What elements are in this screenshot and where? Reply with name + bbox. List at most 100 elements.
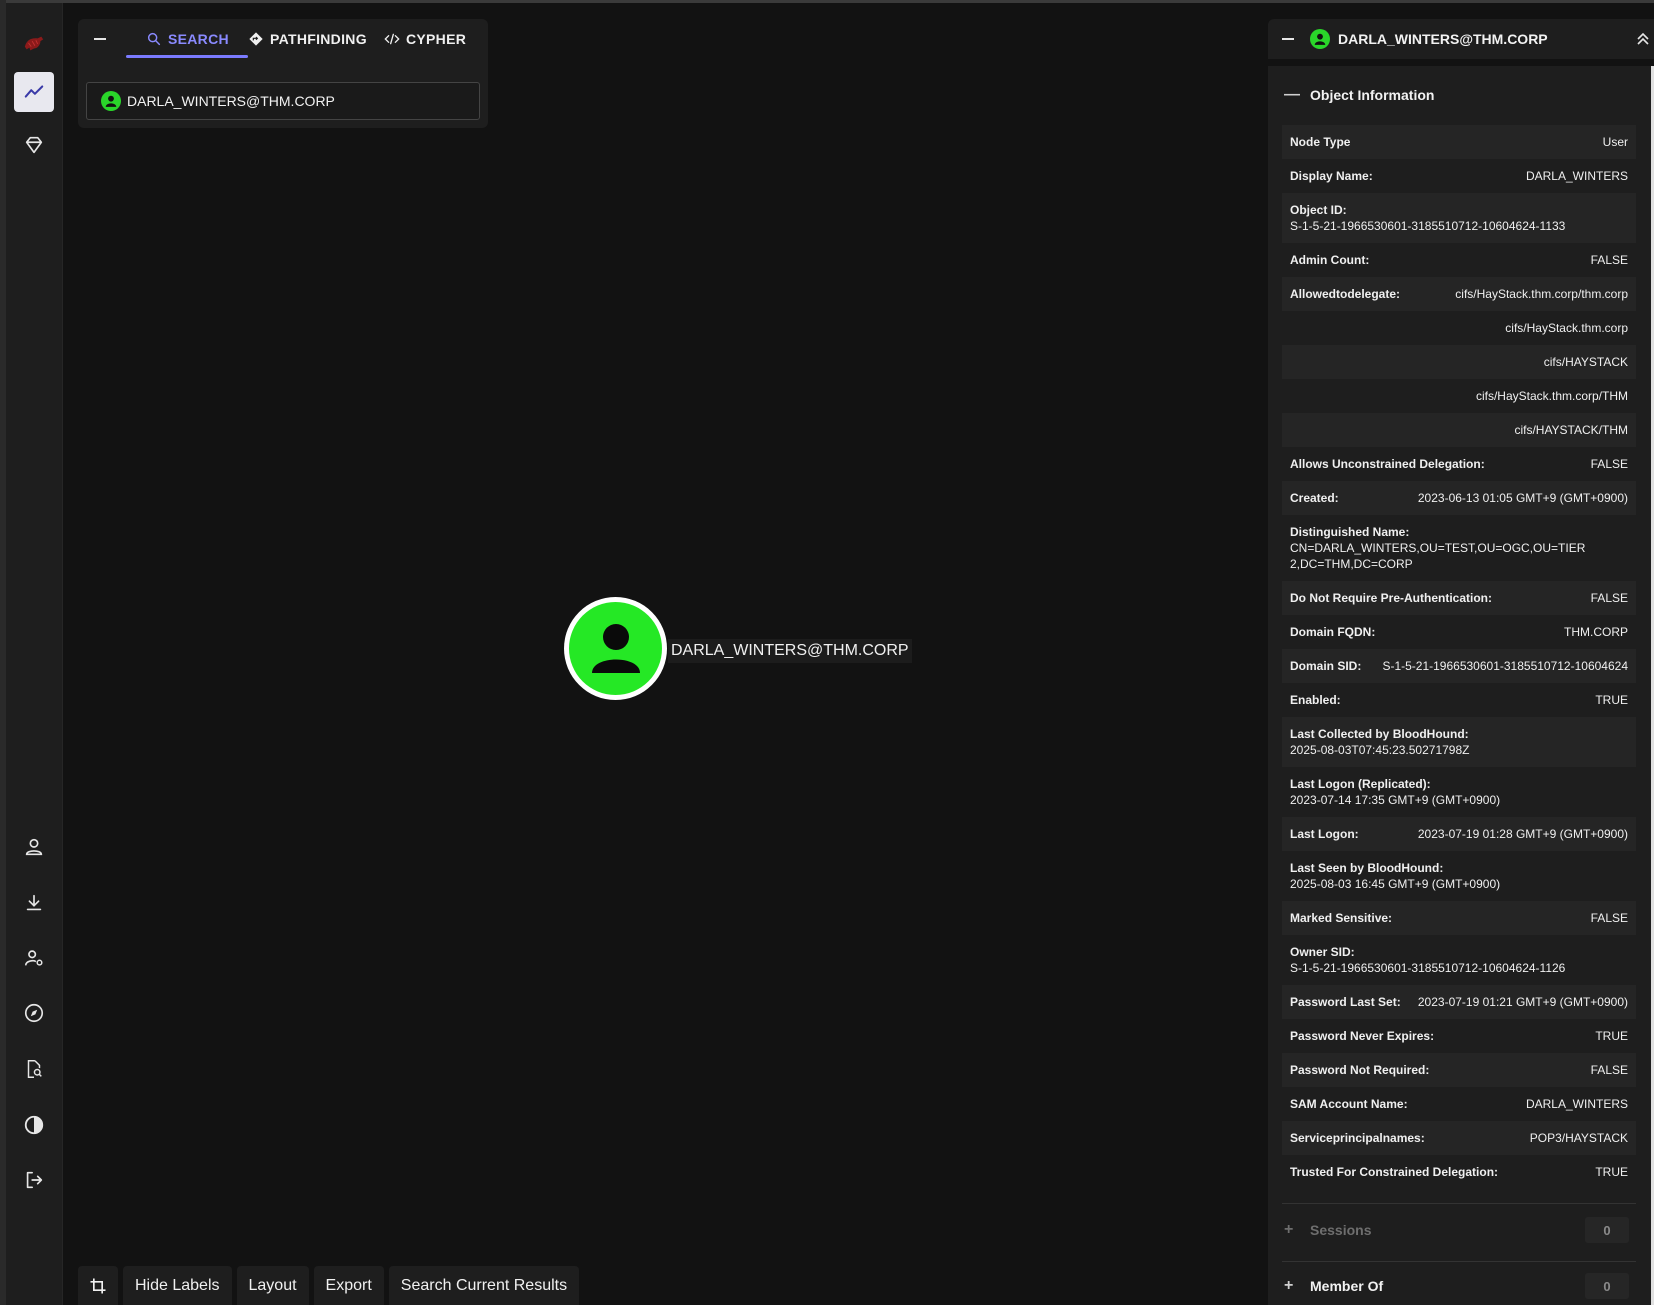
property-key: Created: bbox=[1290, 491, 1339, 505]
object-information-header[interactable]: — Object Information bbox=[1284, 76, 1629, 114]
property-row: Last Logon (Replicated): 2023-07-14 17:35… bbox=[1282, 767, 1636, 817]
property-row: Last Seen by BloodHound: 2025-08-03 16:45… bbox=[1282, 851, 1636, 901]
property-value: 2023-07-19 01:28 GMT+9 (GMT+0900) bbox=[1417, 827, 1628, 841]
property-value: FALSE bbox=[1590, 253, 1628, 267]
search-input-value: DARLA_WINTERS@THM.CORP bbox=[127, 93, 335, 109]
sessions-title: Sessions bbox=[1310, 1222, 1372, 1238]
crop-button[interactable] bbox=[78, 1266, 118, 1305]
property-key: Distinguished Name: bbox=[1290, 525, 1410, 539]
window-top-border bbox=[0, 0, 1654, 3]
chevron-up-icon[interactable] bbox=[1636, 31, 1650, 47]
property-row: Admin Count: FALSE bbox=[1282, 243, 1636, 277]
tab-search[interactable]: SEARCH bbox=[146, 19, 229, 59]
property-value: TRUE bbox=[1595, 1029, 1628, 1043]
download-icon[interactable] bbox=[14, 883, 54, 923]
object-properties-list: Node Type User Display Name: DARLA_WINTERS O… bbox=[1282, 125, 1636, 1189]
property-row: Display Name: DARLA_WINTERS bbox=[1282, 159, 1636, 193]
property-key: Admin Count: bbox=[1290, 253, 1370, 267]
property-value: S-1-5-21-1966530601-3185510712-10604624-… bbox=[1290, 961, 1566, 975]
property-value: POP3/HAYSTACK bbox=[1529, 1131, 1628, 1145]
object-information-title: Object Information bbox=[1310, 87, 1435, 103]
collapse-explore-button[interactable] bbox=[90, 29, 110, 49]
property-key: Do Not Require Pre-Authentication: bbox=[1290, 591, 1493, 605]
member-of-count: 0 bbox=[1585, 1273, 1629, 1299]
collapse-entity-button[interactable] bbox=[1278, 29, 1298, 49]
property-key: SAM Account Name: bbox=[1290, 1097, 1408, 1111]
bloodhound-logo-icon[interactable] bbox=[14, 23, 54, 63]
sessions-count: 0 bbox=[1585, 1217, 1629, 1243]
contrast-icon[interactable] bbox=[14, 1105, 54, 1145]
plus-icon: + bbox=[1284, 1221, 1294, 1238]
property-key: Allows Unconstrained Delegation: bbox=[1290, 457, 1485, 471]
layout-button[interactable]: Layout bbox=[236, 1266, 309, 1305]
property-value: 2025-08-03 16:45 GMT+9 (GMT+0900) bbox=[1290, 877, 1501, 891]
property-value: TRUE bbox=[1595, 1165, 1628, 1179]
property-value: FALSE bbox=[1590, 911, 1628, 925]
tab-pathfinding-label: PATHFINDING bbox=[270, 31, 367, 47]
property-row: Password Last Set: 2023-07-19 01:21 GMT+9… bbox=[1282, 985, 1636, 1019]
graph-node-label: DARLA_WINTERS@THM.CORP bbox=[668, 639, 912, 663]
user-settings-icon[interactable] bbox=[14, 938, 54, 978]
property-row: Object ID: S-1-5-21-1966530601-3185510712… bbox=[1282, 193, 1636, 243]
member-of-header[interactable]: + Member Of 0 bbox=[1284, 1267, 1629, 1305]
search-current-results-button[interactable]: Search Current Results bbox=[388, 1266, 580, 1305]
property-row: SAM Account Name: DARLA_WINTERS bbox=[1282, 1087, 1636, 1121]
property-value: 2023-06-13 01:05 GMT+9 (GMT+0900) bbox=[1417, 491, 1628, 505]
tab-cypher[interactable]: CYPHER bbox=[384, 19, 466, 59]
entity-title: DARLA_WINTERS@THM.CORP bbox=[1310, 19, 1548, 59]
explore-tabs: SEARCH PATHFINDING CYPHER bbox=[78, 19, 488, 59]
property-row: Password Never Expires: TRUE bbox=[1282, 1019, 1636, 1053]
property-row: cifs/HAYSTACK bbox=[1282, 345, 1636, 379]
property-value: THM.CORP bbox=[1564, 625, 1628, 639]
property-key: Domain FQDN: bbox=[1290, 625, 1376, 639]
property-value: User bbox=[1602, 135, 1628, 149]
user-icon[interactable] bbox=[14, 827, 54, 867]
property-value: TRUE bbox=[1595, 693, 1628, 707]
property-key: Enabled: bbox=[1290, 693, 1341, 707]
property-key: Last Seen by BloodHound: bbox=[1290, 861, 1444, 875]
property-row: Domain FQDN: THM.CORP bbox=[1282, 615, 1636, 649]
hide-labels-button[interactable]: Hide Labels bbox=[123, 1266, 232, 1305]
property-row: Domain SID: S-1-5-21-1966530601-318551071… bbox=[1282, 649, 1636, 683]
explore-icon[interactable] bbox=[14, 72, 54, 112]
property-value: 2025-08-03T07:45:23.50271798Z bbox=[1290, 743, 1470, 757]
property-key: Object ID: bbox=[1290, 203, 1347, 217]
property-row: Trusted For Constrained Delegation: TRUE bbox=[1282, 1155, 1636, 1189]
property-key: Marked Sensitive: bbox=[1290, 911, 1393, 925]
export-button[interactable]: Export bbox=[313, 1266, 384, 1305]
active-tab-indicator bbox=[126, 55, 248, 58]
search-icon bbox=[147, 32, 161, 46]
left-nav-rail bbox=[6, 3, 63, 1305]
sessions-header[interactable]: + Sessions 0 bbox=[1284, 1211, 1629, 1249]
logout-icon[interactable] bbox=[14, 1160, 54, 1200]
search-input[interactable]: DARLA_WINTERS@THM.CORP bbox=[86, 82, 480, 120]
property-key: Password Last Set: bbox=[1290, 995, 1401, 1009]
explore-panel: SEARCH PATHFINDING CYPHER DARLA_WINTERS@… bbox=[78, 19, 488, 128]
property-key: Last Collected by BloodHound: bbox=[1290, 727, 1469, 741]
user-node-icon bbox=[101, 91, 121, 111]
property-value: cifs/HayStack.thm.corp/THM bbox=[1475, 389, 1628, 403]
diamond-icon[interactable] bbox=[14, 125, 54, 165]
minus-icon: — bbox=[1284, 86, 1300, 103]
property-key: Node Type bbox=[1290, 135, 1351, 149]
property-value: 2023-07-19 01:21 GMT+9 (GMT+0900) bbox=[1417, 995, 1628, 1009]
property-row: Distinguished Name: CN=DARLA_WINTERS,OU=T… bbox=[1282, 515, 1636, 581]
property-row: Enabled: TRUE bbox=[1282, 683, 1636, 717]
property-row: Last Collected by BloodHound: 2025-08-03T… bbox=[1282, 717, 1636, 767]
tab-cypher-label: CYPHER bbox=[406, 31, 467, 47]
user-node-icon bbox=[591, 623, 640, 673]
property-key: Password Never Expires: bbox=[1290, 1029, 1435, 1043]
property-row: Allowedtodelegate: cifs/HayStack.thm.corp… bbox=[1282, 277, 1636, 311]
graph-user-node[interactable] bbox=[564, 597, 667, 700]
property-value: S-1-5-21-1966530601-3185510712-10604624 bbox=[1382, 659, 1628, 673]
search-file-icon[interactable] bbox=[14, 1049, 54, 1089]
tab-pathfinding[interactable]: PATHFINDING bbox=[248, 19, 367, 59]
property-row: cifs/HAYSTACK/THM bbox=[1282, 413, 1636, 447]
property-value: DARLA_WINTERS bbox=[1525, 1097, 1628, 1111]
property-row: cifs/HayStack.thm.corp bbox=[1282, 311, 1636, 345]
compass-icon[interactable] bbox=[14, 993, 54, 1033]
member-of-title: Member Of bbox=[1310, 1278, 1384, 1294]
property-key: Display Name: bbox=[1290, 169, 1373, 183]
property-value: cifs/HAYSTACK/THM bbox=[1514, 423, 1628, 437]
property-row: Do Not Require Pre-Authentication: FALSE bbox=[1282, 581, 1636, 615]
